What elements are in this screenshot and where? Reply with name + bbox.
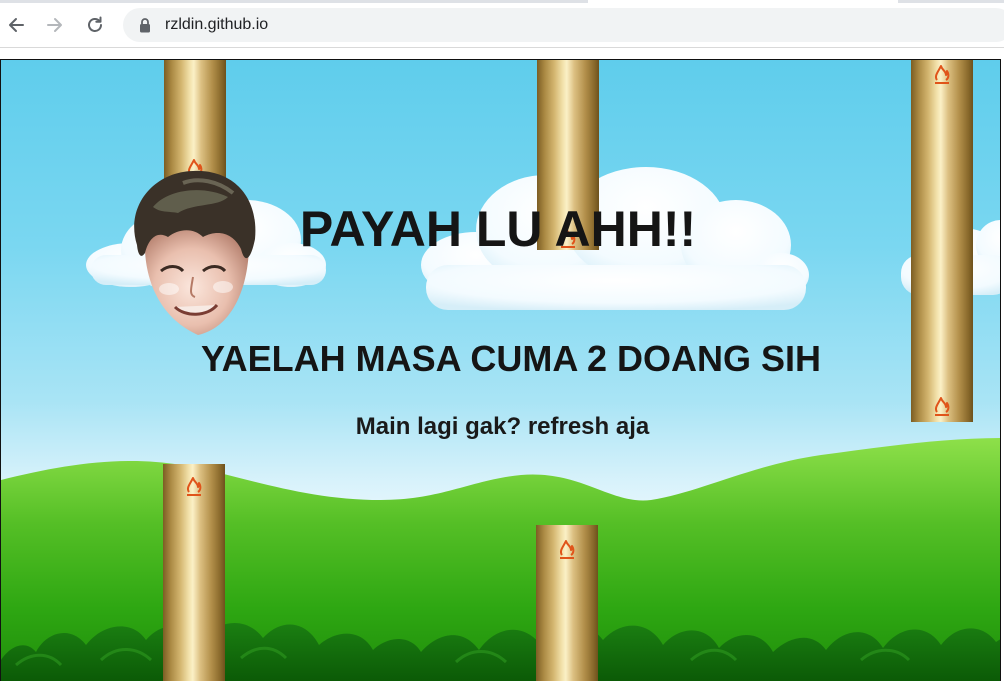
forward-arrow-icon bbox=[47, 18, 62, 32]
pipe-bottom-2 bbox=[536, 525, 598, 681]
game-canvas[interactable]: PAYAH LU AHH!! YAELAH MASA CUMA 2 DOANG … bbox=[0, 59, 1001, 681]
restart-hint: Main lagi gak? refresh aja bbox=[355, 413, 650, 440]
fire-logo-icon bbox=[930, 62, 954, 86]
forward-button[interactable] bbox=[39, 9, 71, 41]
pipe-bottom-1 bbox=[163, 464, 225, 681]
fire-logo-icon bbox=[182, 474, 206, 498]
game-over-title: PAYAH LU AHH!! bbox=[299, 201, 697, 257]
reload-icon bbox=[88, 16, 102, 32]
back-button[interactable] bbox=[0, 9, 32, 41]
reload-button[interactable] bbox=[79, 9, 111, 41]
back-arrow-icon bbox=[9, 18, 24, 32]
url-text[interactable]: rzldin.github.io bbox=[165, 16, 268, 34]
pipe-top-1 bbox=[164, 60, 226, 180]
browser-toolbar: rzldin.github.io bbox=[0, 3, 1004, 47]
address-bar[interactable]: rzldin.github.io bbox=[123, 8, 1004, 42]
score-message: YAELAH MASA CUMA 2 DOANG SIH bbox=[200, 338, 822, 379]
lock-icon[interactable] bbox=[139, 17, 151, 33]
fire-logo-icon bbox=[555, 537, 579, 561]
toolbar-divider bbox=[0, 47, 1004, 48]
